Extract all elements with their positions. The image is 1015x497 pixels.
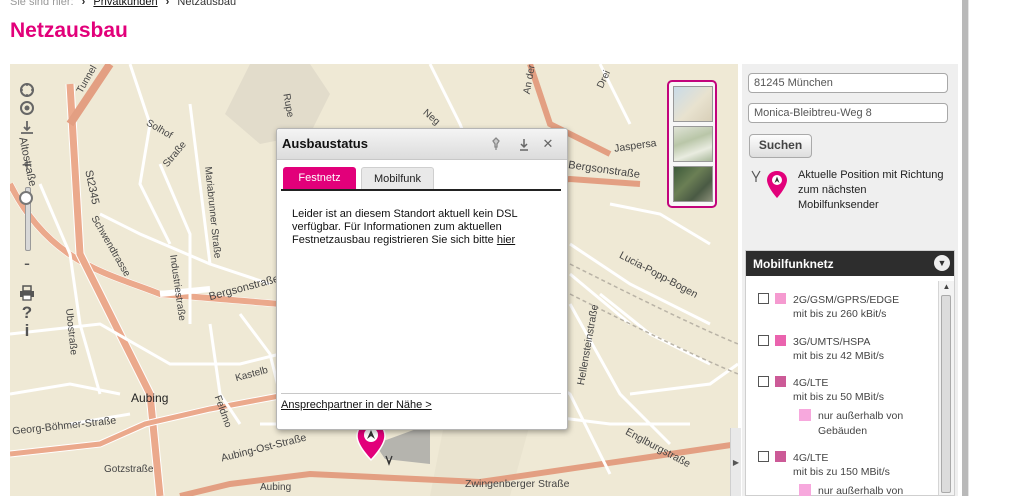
legend-sub-text: nur außerhalb von	[818, 485, 904, 497]
color-swatch	[775, 451, 786, 462]
color-swatch	[775, 335, 786, 346]
legend-entry-speed: mit bis zu 150 MBit/s	[793, 466, 890, 478]
popup-footer: Ansprechpartner in der Nähe >	[281, 393, 561, 411]
color-swatch	[799, 484, 811, 496]
color-swatch	[775, 293, 786, 304]
contact-partner-link[interactable]: Ansprechpartner in der Nähe >	[281, 399, 432, 411]
help-icon[interactable]: ?	[16, 303, 38, 323]
chevron-down-icon[interactable]: ▼	[934, 255, 950, 271]
legend-entry-name: 3G/UMTS/HSPA	[793, 336, 871, 348]
sidebar: Suchen Aktuelle Position mit Richtung zu…	[742, 64, 958, 497]
map-layer-switcher	[667, 80, 717, 208]
position-legend: Aktuelle Position mit Richtung zum nächs…	[750, 168, 950, 218]
map-layer-thumb[interactable]	[673, 86, 713, 122]
breadcrumb: Sie sind hier: › Privatkunden › Netzausb…	[10, 0, 236, 8]
availability-popup: Ausbaustatus ✕ Festnetz Mobilfunk Leider…	[276, 128, 568, 430]
scroll-up-icon[interactable]: ▲	[939, 281, 954, 293]
legend-entry-speed: mit bis zu 50 MBit/s	[793, 391, 885, 403]
breadcrumb-separator: ›	[81, 0, 86, 8]
zoom-out-icon[interactable]: -	[16, 253, 38, 273]
zoom-slider-knob[interactable]	[19, 191, 33, 205]
info-icon[interactable]: i	[16, 321, 38, 341]
satellite-layer-thumb[interactable]	[673, 166, 713, 202]
legend-entry-name: 2G/GSM/GPRS/EDGE	[793, 294, 900, 306]
place-label-aubing: Aubing	[131, 391, 169, 405]
legend-entry-name: 4G/LTE	[793, 377, 829, 389]
measure-icon[interactable]	[16, 117, 38, 137]
legend-checkbox[interactable]	[758, 376, 769, 387]
mobile-network-panel: Mobilfunknetz ▼ 2G/GSM/GPRS/EDGE mit bis…	[745, 250, 955, 497]
breadcrumb-prefix: Sie sind hier:	[10, 0, 74, 8]
terrain-layer-thumb[interactable]	[673, 126, 713, 162]
tab-festnetz[interactable]: Festnetz	[283, 167, 356, 189]
legend-entry-name: 4G/LTE	[793, 452, 829, 464]
position-legend-text: Aktuelle Position mit Richtung zum nächs…	[798, 169, 944, 211]
dock-icon[interactable]	[517, 137, 531, 151]
zoom-in-icon[interactable]: +	[16, 155, 38, 175]
street-label: Aubing	[260, 482, 292, 493]
legend-checkbox[interactable]	[758, 451, 769, 462]
legend-checkbox[interactable]	[758, 335, 769, 346]
panel-title: Mobilfunknetz	[753, 257, 834, 271]
search-button[interactable]: Suchen	[749, 134, 812, 158]
close-icon[interactable]: ✕	[541, 137, 555, 151]
pan-icon[interactable]	[16, 80, 38, 100]
network-legend-list: 2G/GSM/GPRS/EDGE mit bis zu 260 kBit/s 3…	[746, 281, 938, 497]
legend-scrollbar[interactable]: ▲	[938, 281, 954, 495]
pin-icon[interactable]	[489, 137, 503, 151]
street-label: Gotzstraße	[104, 464, 154, 475]
popup-header: Ausbaustatus ✕	[277, 129, 567, 160]
window-edge-highlight	[968, 0, 969, 496]
tab-mobilfunk[interactable]: Mobilfunk	[361, 167, 434, 189]
availability-message: Leider ist an diesem Standort aktuell ke…	[292, 208, 537, 247]
breadcrumb-separator: ›	[165, 0, 170, 8]
page-title: Netzausbau	[10, 19, 128, 42]
breadcrumb-privatkunden-link[interactable]: Privatkunden	[93, 0, 157, 8]
sidebar-collapse-handle[interactable]: ▶	[730, 428, 741, 496]
breadcrumb-current: Netzausbau	[177, 0, 237, 8]
popup-tabs: Festnetz Mobilfunk	[281, 167, 561, 191]
register-link[interactable]: hier	[497, 234, 515, 246]
print-icon[interactable]	[16, 283, 38, 303]
legend-sub-text: nur außerhalb von Gebäuden	[818, 410, 904, 437]
street-input[interactable]	[748, 103, 948, 123]
position-marker-icon	[751, 170, 787, 198]
color-swatch	[775, 376, 786, 387]
availability-text: Leider ist an diesem Standort aktuell ke…	[292, 208, 518, 246]
panel-header: Mobilfunknetz ▼	[746, 251, 954, 276]
color-swatch	[799, 409, 811, 421]
legend-checkbox[interactable]	[758, 293, 769, 304]
city-input[interactable]	[748, 73, 948, 93]
popup-title: Ausbaustatus	[282, 136, 368, 151]
scrollbar-thumb[interactable]	[941, 295, 951, 493]
legend-entry-speed: mit bis zu 260 kBit/s	[793, 308, 887, 320]
legend-entry-speed: mit bis zu 42 MBit/s	[793, 350, 885, 362]
street-label: Zwingenberger Straße	[465, 478, 570, 490]
locate-icon[interactable]	[16, 98, 38, 118]
